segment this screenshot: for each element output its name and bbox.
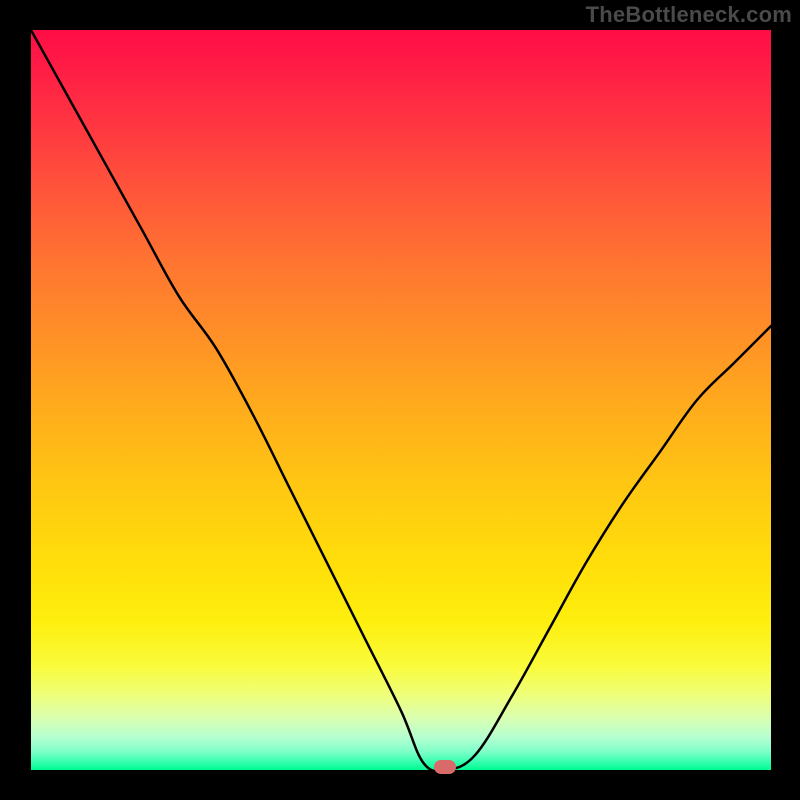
bottleneck-curve — [31, 30, 771, 770]
optimal-marker — [434, 760, 456, 774]
watermark-text: TheBottleneck.com — [586, 2, 792, 28]
plot-area — [31, 30, 771, 770]
